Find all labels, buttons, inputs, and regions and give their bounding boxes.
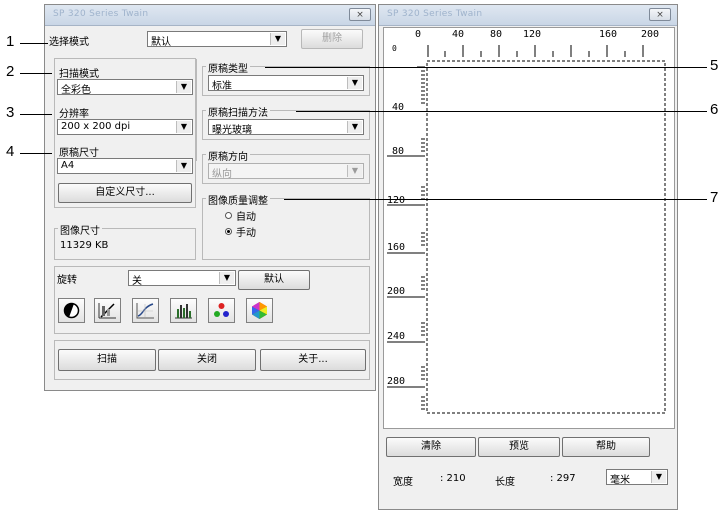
rotation-default-button[interactable]: 默认: [238, 270, 310, 290]
width-value: : 210: [440, 473, 466, 484]
hue-saturation-icon[interactable]: [246, 298, 273, 323]
close-icon[interactable]: ×: [349, 8, 371, 21]
image-size-value: 11329 KB: [60, 240, 109, 251]
original-type-value: 标准: [212, 81, 232, 92]
color-balance-icon[interactable]: [208, 298, 235, 323]
callout-line: [20, 43, 48, 44]
scan-method-value: 曝光玻璃: [212, 125, 252, 136]
orientation-label: 原稿方向: [206, 148, 250, 163]
image-size-label: 图像尺寸: [58, 222, 102, 237]
unit-value: 毫米: [610, 475, 630, 486]
chevron-down-icon: ▼: [651, 471, 666, 483]
delete-mode-button[interactable]: 删除: [301, 29, 363, 49]
brightness-contrast-icon[interactable]: [58, 298, 85, 323]
ruler-left-label: 0: [392, 44, 397, 53]
callout-number: 6: [710, 101, 719, 118]
orientation-value: 纵向: [212, 169, 232, 180]
preview-button[interactable]: 预览: [478, 437, 560, 457]
about-button[interactable]: 关于...: [260, 349, 366, 371]
ruler-left-label: 240: [387, 331, 406, 342]
chevron-down-icon: ▼: [347, 165, 362, 177]
ruler-left-label: 160: [387, 242, 406, 253]
ruler-left-label: 120: [387, 195, 406, 206]
ruler-left-label: 280: [387, 376, 406, 387]
rotation-label: 旋转: [57, 275, 77, 286]
ruler-top-label: 120: [523, 29, 542, 40]
histogram-icon[interactable]: [170, 298, 197, 323]
callout-number: 3: [6, 104, 15, 121]
scan-method-dropdown[interactable]: 曝光玻璃 ▼: [208, 119, 364, 136]
orientation-dropdown[interactable]: 纵向 ▼: [208, 163, 364, 180]
select-mode-dropdown[interactable]: 默认 ▼: [147, 31, 287, 48]
threshold-icon[interactable]: [94, 298, 121, 323]
help-button[interactable]: 帮助: [562, 437, 650, 457]
callout-number: 4: [6, 143, 15, 160]
preview-rulers: [387, 45, 666, 414]
close-button[interactable]: 关闭: [158, 349, 256, 371]
chevron-down-icon: ▼: [270, 33, 285, 45]
scan-method-label: 原稿扫描方法: [206, 104, 270, 119]
auto-radio-label: 自动: [236, 212, 256, 223]
select-mode-label: 选择模式: [49, 37, 89, 48]
callout-line: [284, 199, 707, 200]
settings-window-title: SP 320 Series Twain: [53, 9, 149, 19]
chevron-down-icon: ▼: [347, 77, 362, 89]
scan-button[interactable]: 扫描: [58, 349, 156, 371]
callout-line: [20, 73, 52, 74]
callout-number: 7: [710, 189, 719, 206]
original-type-dropdown[interactable]: 标准 ▼: [208, 75, 364, 92]
image-quality-label: 图像质量调整: [206, 192, 270, 207]
ruler-top-label: 0: [415, 29, 422, 40]
unit-dropdown[interactable]: 毫米 ▼: [606, 469, 668, 486]
custom-size-button[interactable]: 自定义尺寸...: [58, 183, 192, 203]
callout-line: [296, 111, 707, 112]
rotation-dropdown[interactable]: 关 ▼: [128, 270, 236, 287]
page-outline: [426, 60, 666, 414]
chevron-down-icon: ▼: [347, 121, 362, 133]
width-label: 宽度: [393, 477, 413, 488]
rotation-value: 关: [132, 276, 142, 287]
ruler-top-label: 160: [599, 29, 618, 40]
ruler-top-label: 40: [452, 29, 465, 40]
callout-number: 2: [6, 63, 15, 80]
close-icon[interactable]: ×: [649, 8, 671, 21]
callout-number: 1: [6, 33, 15, 50]
callout-line: [265, 67, 707, 68]
ruler-left-label: 200: [387, 286, 406, 297]
chevron-down-icon: ▼: [219, 272, 234, 284]
ruler-top-label: 200: [641, 29, 660, 40]
ruler-top-label: 80: [490, 29, 503, 40]
original-type-label: 原稿类型: [206, 60, 250, 75]
callout-line: [20, 153, 52, 154]
callout-number: 5: [710, 57, 719, 74]
curve-icon[interactable]: [132, 298, 159, 323]
clear-button[interactable]: 清除: [386, 437, 476, 457]
preview-window-title: SP 320 Series Twain: [387, 9, 483, 19]
length-value: : 297: [550, 473, 576, 484]
select-mode-value: 默认: [151, 37, 171, 48]
preview-titlebar: SP 320 Series Twain ×: [379, 5, 677, 26]
settings-titlebar: SP 320 Series Twain ×: [45, 5, 375, 26]
length-label: 长度: [495, 477, 515, 488]
ruler-left-label: 80: [392, 146, 405, 157]
callout-line: [20, 114, 52, 115]
auto-radio[interactable]: [225, 212, 232, 219]
manual-radio-label: 手动: [236, 228, 256, 239]
manual-radio[interactable]: [225, 228, 232, 235]
